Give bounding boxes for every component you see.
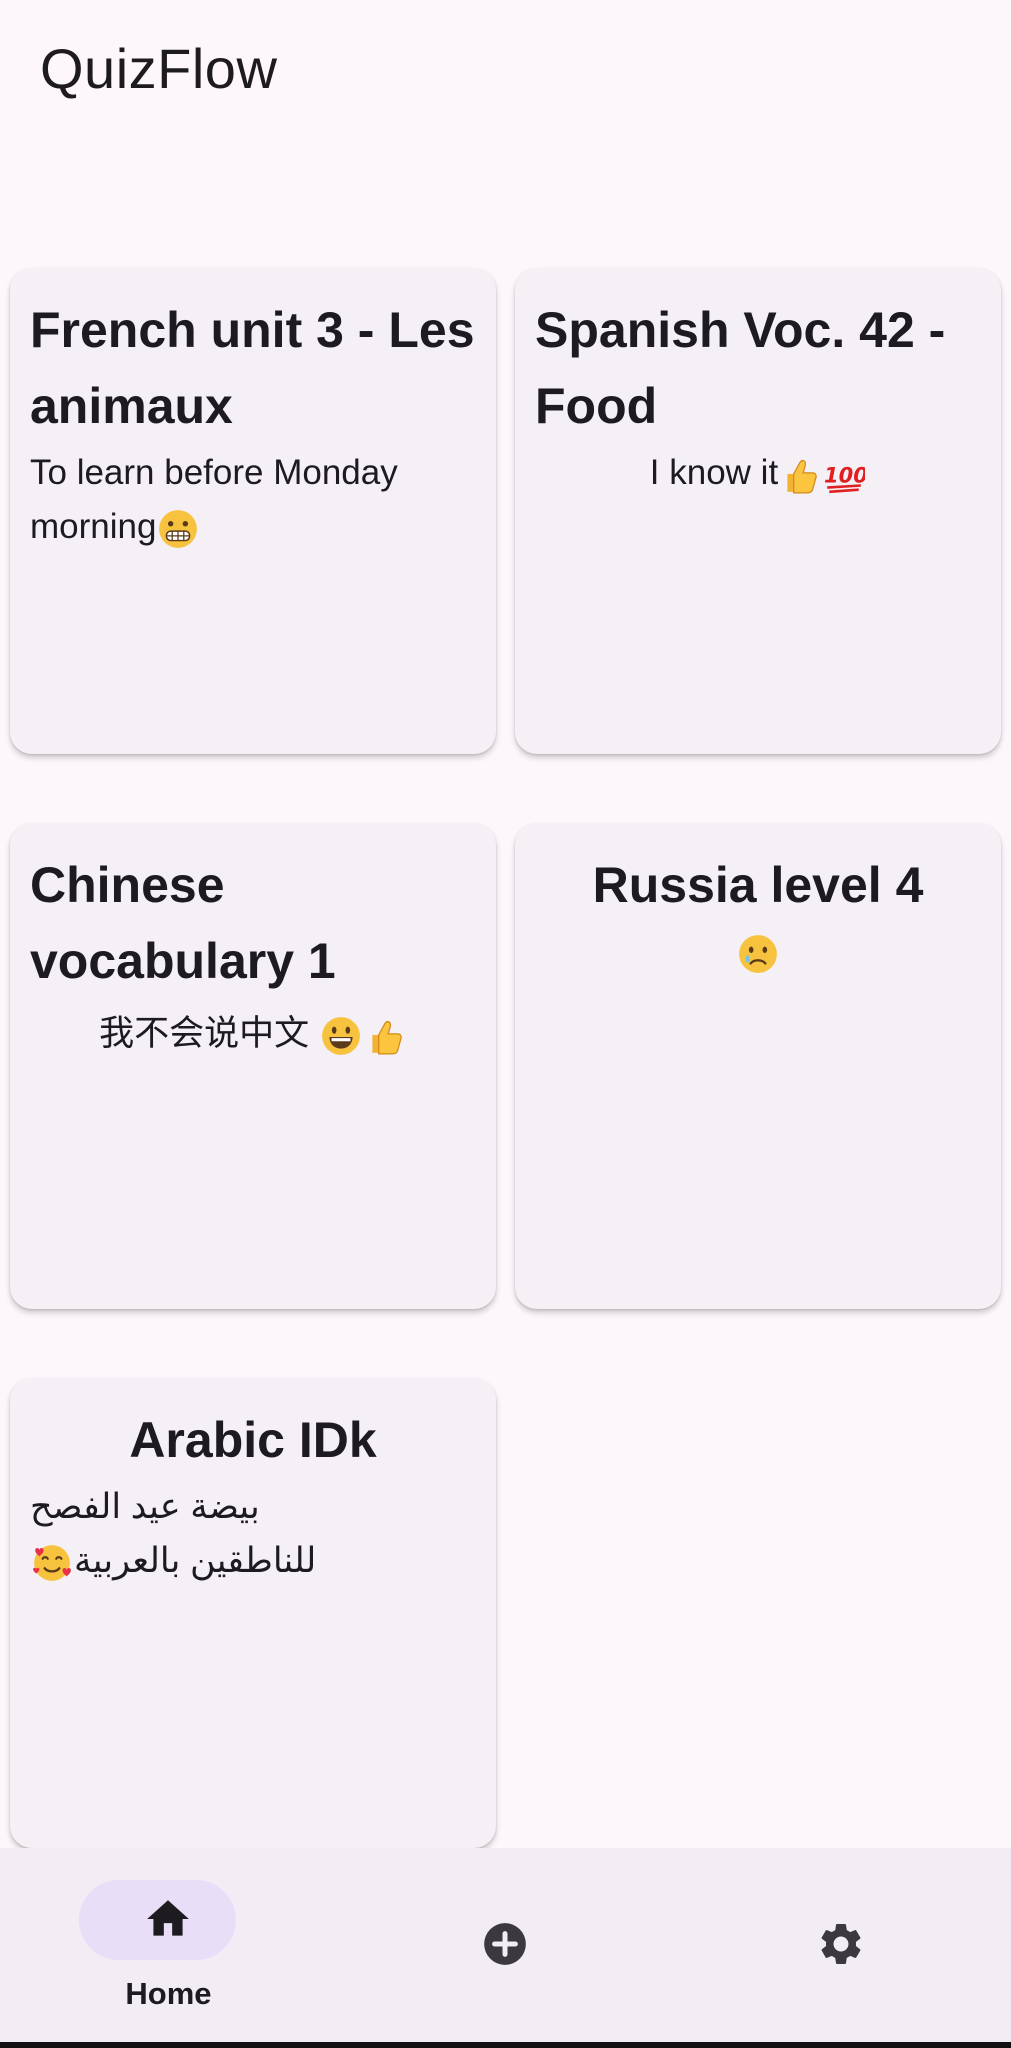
quiz-card-title: Chinese vocabulary 1 [30,857,336,989]
grimacing-face-icon [159,509,198,548]
quiz-card-title: Russia level 4 [592,857,924,913]
quiz-card-russia[interactable]: Russia level 4 [515,823,1001,1309]
screen-bottom-edge [0,2042,1011,2048]
quiz-card-subtitle-text: To learn before Monday morning [30,453,398,546]
nav-item-settings[interactable] [674,1848,1011,2048]
quiz-card-subtitle-text: I know it [649,453,779,492]
thumbs-up-icon [787,459,817,494]
quiz-card-subtitle: I know it 100 [535,446,981,500]
home-icon [147,1900,189,1936]
quiz-card-title: French unit 3 - Les animaux [30,302,475,434]
quiz-card-subtitle [535,925,981,979]
quiz-card-title: Arabic IDk [129,1412,377,1468]
nav-item-add[interactable] [337,1848,674,2048]
quiz-card-subtitle: بيضة عيد الفصح للناطقين بالعربية [30,1480,476,1588]
nav-item-home[interactable]: Home [0,1848,337,2048]
svg-text:100: 100 [824,463,865,487]
quiz-card-subtitle: To learn before Monday morning [30,446,476,554]
quiz-card-arabic[interactable]: Arabic IDk بيضة عيد الفصح للناطقين بالعر… [10,1378,496,1848]
grinning-face-icon [321,1016,360,1055]
hundred-points-icon: 100 [824,463,865,493]
nav-item-label: Home [125,1976,212,2011]
gear-icon [821,1924,861,1964]
app-bar: QuizFlow [0,0,1011,140]
crying-face-icon [739,934,777,973]
quiz-card-chinese[interactable]: Chinese vocabulary 1 我不会说中文 [10,823,496,1309]
app-title: QuizFlow [40,37,278,100]
quiz-card-french[interactable]: French unit 3 - Les animaux To learn bef… [10,268,496,754]
smiling-face-with-hearts-icon [33,1544,71,1581]
bottom-navigation-bar: Home [0,1848,1011,2048]
quiz-card-title: Spanish Voc. 42 - Food [535,302,946,434]
quiz-card-spanish[interactable]: Spanish Voc. 42 - Food I know it 100 [515,268,1001,754]
add-circle-icon [484,1923,526,1965]
quiz-card-subtitle: 我不会说中文 [30,1007,476,1061]
thumbs-up-icon [372,1020,402,1055]
quiz-card-subtitle-text: 我不会说中文 [99,1014,319,1053]
